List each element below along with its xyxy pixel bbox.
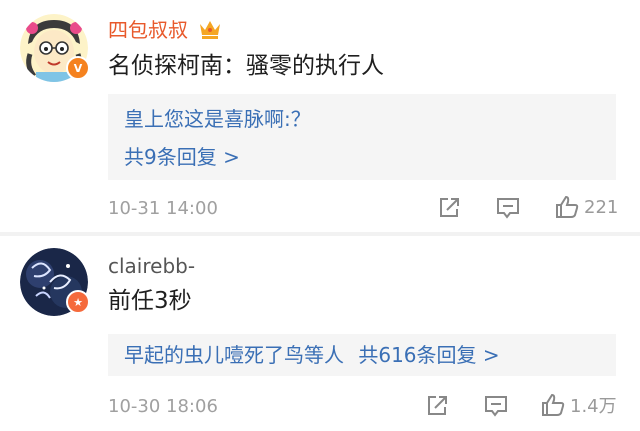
timestamp: 10-31 14:00 [108,198,218,219]
share-icon [428,396,447,415]
avatar[interactable]: V [20,14,90,82]
comment-item: V 四包叔叔 名侦探柯南：骚零的执行人 皇上您这是喜脉啊:？ 共9条回复 > 1… [0,0,640,232]
comment-icon [497,198,519,219]
share-icon [440,198,459,217]
username[interactable]: 四包叔叔 [108,18,188,42]
like-count: 221 [584,196,619,218]
reply-button[interactable] [494,195,522,221]
avatar[interactable]: ★ [20,248,90,316]
username[interactable]: clairebb- [108,254,195,278]
share-button[interactable] [436,195,462,221]
comment-item: ★ clairebb- 前任3秒 早起的虫儿噎死了鸟等人 共616条回复 > 1… [0,236,640,431]
comment-text: 前任3秒 [108,288,192,314]
view-replies-link[interactable]: 共616条回复 > [358,343,499,367]
reply-button[interactable] [482,393,510,419]
reply-preview-text[interactable]: 皇上您这是喜脉啊:？ [124,106,311,132]
like-button[interactable]: 1.4万 [540,392,617,418]
star-badge-icon: ★ [66,290,90,314]
timestamp: 10-30 18:06 [108,396,218,417]
comment-text: 名侦探柯南：骚零的执行人 [108,53,384,79]
like-count: 1.4万 [570,396,617,417]
view-replies-link[interactable]: 共9条回复 > [124,144,240,170]
verified-badge-icon: V [66,56,90,80]
vip-crown-icon [200,21,220,39]
reply-preview-box[interactable]: 早起的虫儿噎死了鸟等人 共616条回复 > [108,334,616,376]
like-icon [556,195,579,218]
like-button[interactable]: 221 [554,194,618,220]
reply-preview-users[interactable]: 早起的虫儿噎死了鸟等人 [124,343,344,367]
share-button[interactable] [424,393,450,419]
like-icon [542,393,565,416]
reply-preview-box[interactable]: 皇上您这是喜脉啊:？ 共9条回复 > [108,94,616,180]
comment-icon [485,396,507,417]
reply-preview-text[interactable]: 早起的虫儿噎死了鸟等人 共616条回复 > [124,342,500,368]
